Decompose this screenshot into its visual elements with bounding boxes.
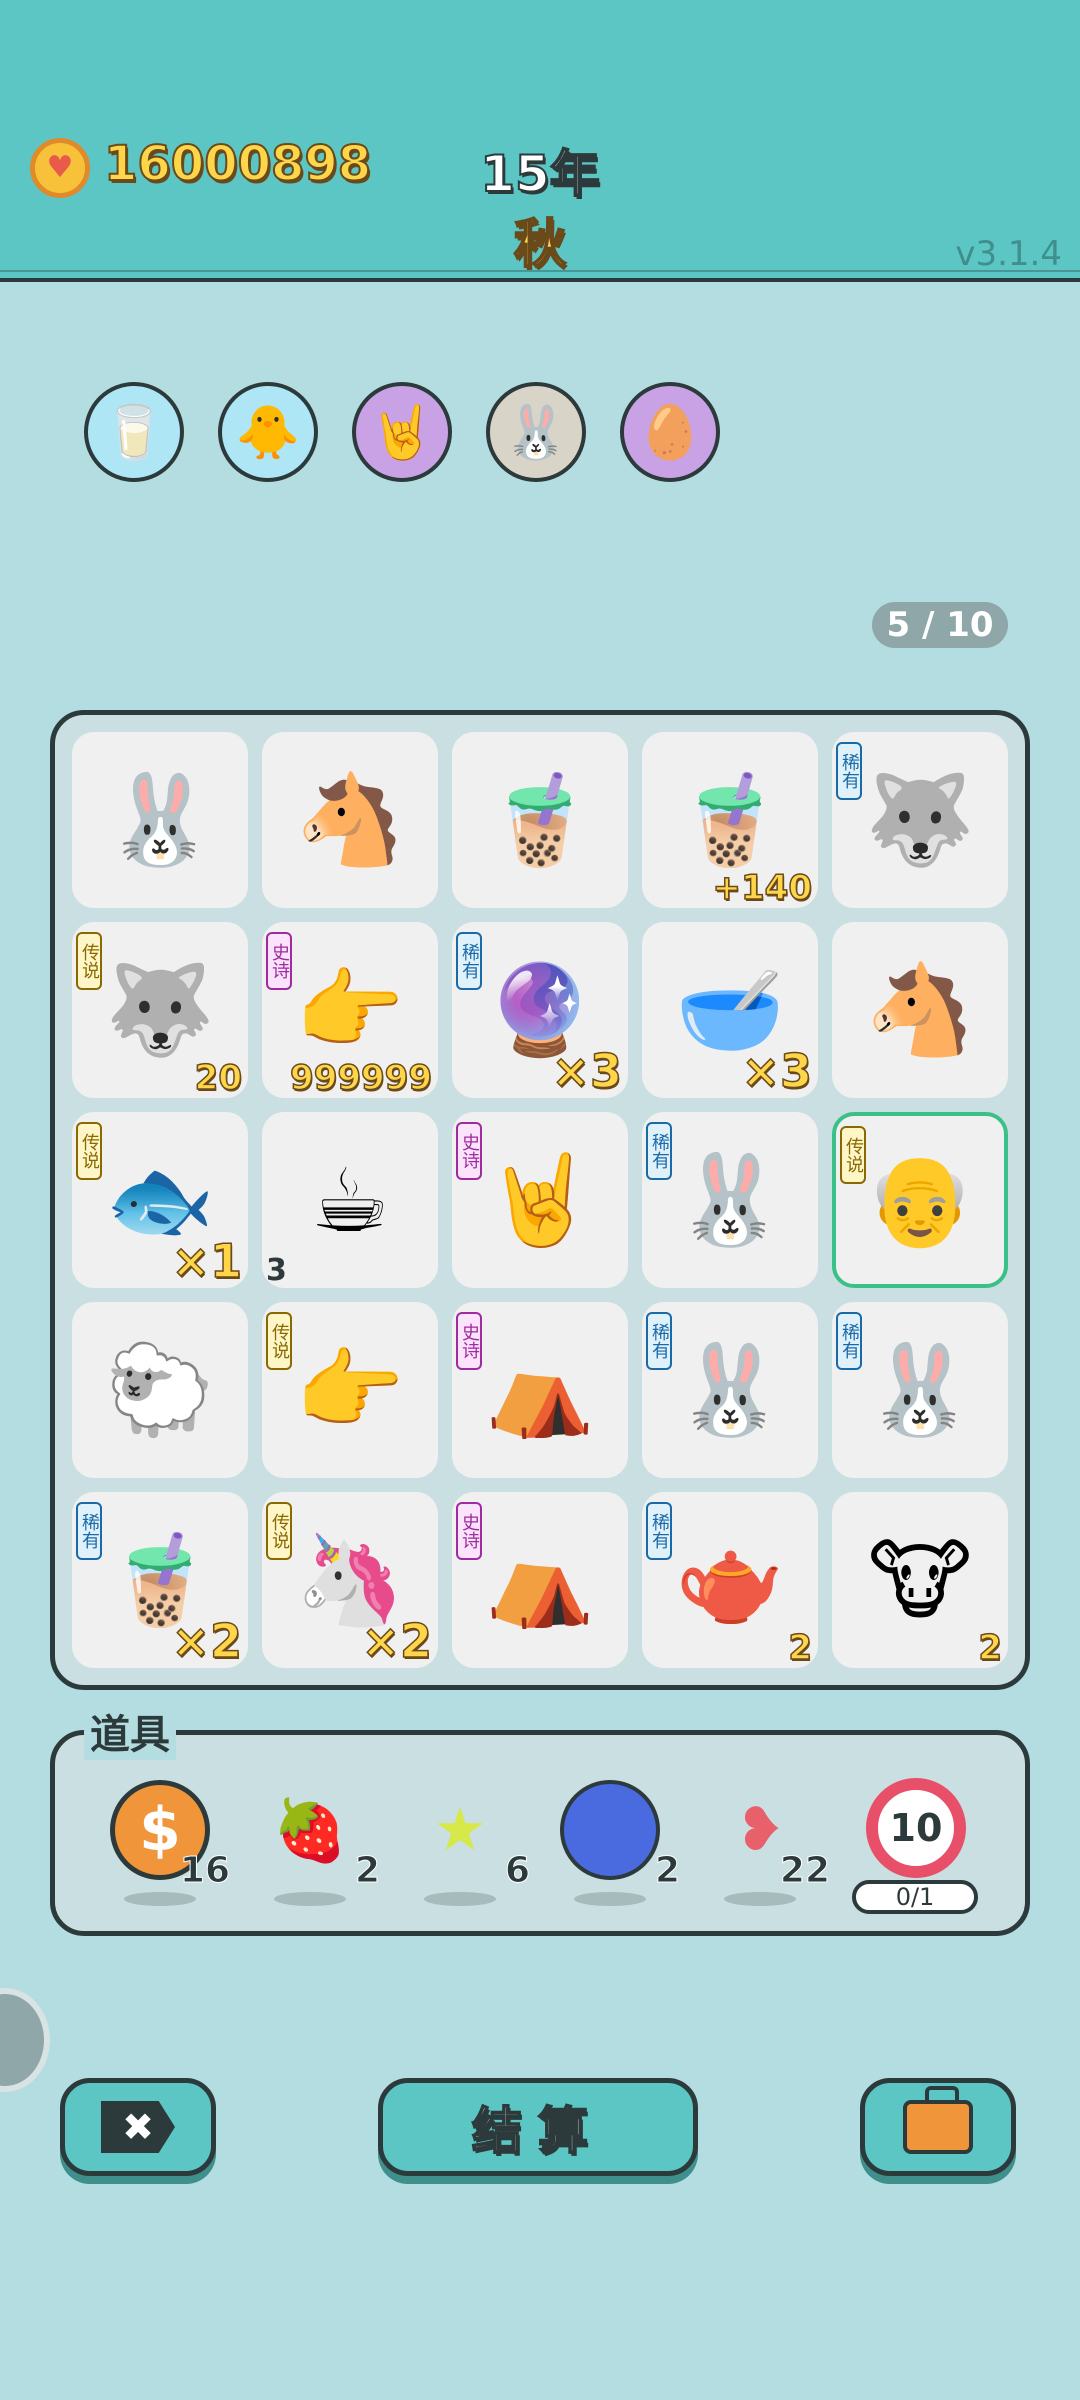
sheep-icon: 🐑 (105, 1338, 215, 1441)
rarity-tag: 稀有 (836, 742, 862, 800)
board-cell[interactable]: 🫖 稀有 2 (642, 1492, 818, 1669)
horse-icon: 🐴 (295, 768, 405, 871)
syringe-chick-icon[interactable]: 🐥 (218, 382, 318, 482)
year-label: 15年 (479, 144, 601, 204)
board-cell[interactable]: ⛺ 史诗 (452, 1302, 628, 1478)
horse-icon: 🐴 (865, 958, 975, 1061)
bag-button[interactable] (860, 2078, 1016, 2176)
rarity-tag: 稀有 (646, 1312, 672, 1370)
rarity-tag: 史诗 (266, 932, 292, 990)
item-dollar-coin[interactable]: $ 16 (100, 1780, 240, 1906)
cell-count: ×3 (551, 1043, 623, 1099)
briefcase-icon (903, 2086, 973, 2154)
target-progress: 0/1 (852, 1880, 978, 1914)
board-cell[interactable]: 🐑 (72, 1302, 248, 1478)
egg-icon[interactable]: 🥚 (620, 382, 720, 482)
item-qty: 2 (654, 1850, 680, 1892)
rarity-tag: 传说 (266, 1312, 292, 1370)
rarity-tag: 稀有 (76, 1502, 102, 1560)
milk-jug-icon[interactable]: 🥛 (84, 382, 184, 482)
board-cell[interactable]: 🥣 ×3 (642, 922, 818, 1099)
rarity-tag: 传说 (266, 1502, 292, 1560)
bunny-icon[interactable]: 🐰 (486, 382, 586, 482)
board-cell[interactable]: 👴 传说 (832, 1112, 1008, 1288)
cell-count: +140 (712, 867, 813, 909)
coffee-cup-icon: ☕ (310, 1148, 390, 1252)
cell-count: ×2 (361, 1613, 433, 1669)
board-cell[interactable]: 🐴 (832, 922, 1008, 1098)
settle-button[interactable]: 结算 (378, 2078, 698, 2176)
board-cell[interactable]: 👉 史诗 999999 (262, 922, 438, 1099)
board-cell[interactable]: ☕ 3 (262, 1112, 438, 1288)
board-cell[interactable]: 🧋 +140 (642, 732, 818, 909)
strawberry-icon: 🍓 (272, 1795, 348, 1866)
exit-button[interactable]: ✖ (60, 2078, 216, 2176)
cell-count: 3 (266, 1253, 287, 1288)
board-cell[interactable]: 🐴 (262, 732, 438, 908)
cell-count: 2 (788, 1627, 813, 1669)
rarity-tag: 传说 (840, 1126, 866, 1184)
item-qty: 2 (354, 1850, 380, 1892)
board-cell[interactable]: 🐰 稀有 (832, 1302, 1008, 1478)
side-drawer-handle[interactable] (0, 1988, 50, 2092)
rock-hand-icon[interactable]: 🤘 (352, 382, 452, 482)
rarity-tag: 史诗 (456, 1312, 482, 1370)
version-label: v3.1.4 (955, 234, 1062, 274)
star-icon: ★ (433, 1795, 487, 1865)
board-counter: 5 / 10 (872, 602, 1008, 648)
settle-label: 结算 (471, 2101, 604, 2161)
top-bar: ♥ 16000898 15年 秋 v3.1.4 (0, 0, 1080, 282)
board-cell[interactable]: 🐺 传说 20 (72, 922, 248, 1099)
season-label: 秋 (513, 214, 567, 276)
rarity-tag: 稀有 (646, 1502, 672, 1560)
item-qty: 16 (179, 1850, 230, 1892)
board-cell[interactable]: 🔮 稀有 ×3 (452, 922, 628, 1099)
rarity-tag: 稀有 (456, 932, 482, 990)
rarity-tag: 稀有 (646, 1122, 672, 1180)
milk-tea-icon: 🧋 (485, 768, 595, 871)
item-qty: 22 (779, 1850, 830, 1892)
board-cell[interactable]: 🐰 稀有 (642, 1302, 818, 1478)
board-cell[interactable]: 🐰 稀有 (642, 1112, 818, 1288)
coin-balance: 16000898 (103, 135, 372, 193)
cell-count: 999999 (289, 1057, 432, 1099)
cell-count: ×3 (741, 1043, 813, 1099)
board-cell[interactable]: 🐰 (72, 732, 248, 908)
item-blueberry[interactable]: 2 (550, 1780, 690, 1906)
items-title: 道具 (84, 1702, 176, 1760)
close-icon: ✖ (101, 2101, 175, 2153)
board-cell[interactable]: 🐺 稀有 (832, 732, 1008, 908)
item-star[interactable]: ★ 6 (400, 1780, 540, 1906)
heart-coin-icon: ♥ (30, 138, 90, 198)
board-cell[interactable]: 🐟 传说 ×1 (72, 1112, 248, 1289)
bunny-icon: 🐰 (105, 768, 215, 871)
item-strawberry[interactable]: 🍓 2 (250, 1780, 390, 1906)
cell-count: ×1 (171, 1233, 243, 1289)
board-cell[interactable]: ⛺ 史诗 (452, 1492, 628, 1668)
rarity-tag: 传说 (76, 1122, 102, 1180)
rarity-tag: 史诗 (456, 1122, 482, 1180)
target-icon[interactable]: 10 (866, 1778, 966, 1878)
cell-count: ×2 (171, 1613, 243, 1669)
board-cell[interactable]: 🦄 传说 ×2 (262, 1492, 438, 1669)
cell-count: 20 (194, 1057, 243, 1099)
rarity-tag: 史诗 (456, 1502, 482, 1560)
item-qty: 6 (504, 1850, 530, 1892)
board-cell[interactable]: 👉 传说 (262, 1302, 438, 1478)
item-liver[interactable]: ❥ 22 (700, 1780, 840, 1906)
board-cell[interactable]: 🐮 2 (832, 1492, 1008, 1669)
rarity-tag: 传说 (76, 932, 102, 990)
board-cell[interactable]: 🧋 稀有 ×2 (72, 1492, 248, 1669)
blueberry-icon (560, 1780, 660, 1880)
cell-count: 2 (978, 1627, 1003, 1669)
rarity-tag: 稀有 (836, 1312, 862, 1370)
board-cell[interactable]: 🧋 (452, 732, 628, 908)
board-cell[interactable]: 🤘 史诗 (452, 1112, 628, 1288)
